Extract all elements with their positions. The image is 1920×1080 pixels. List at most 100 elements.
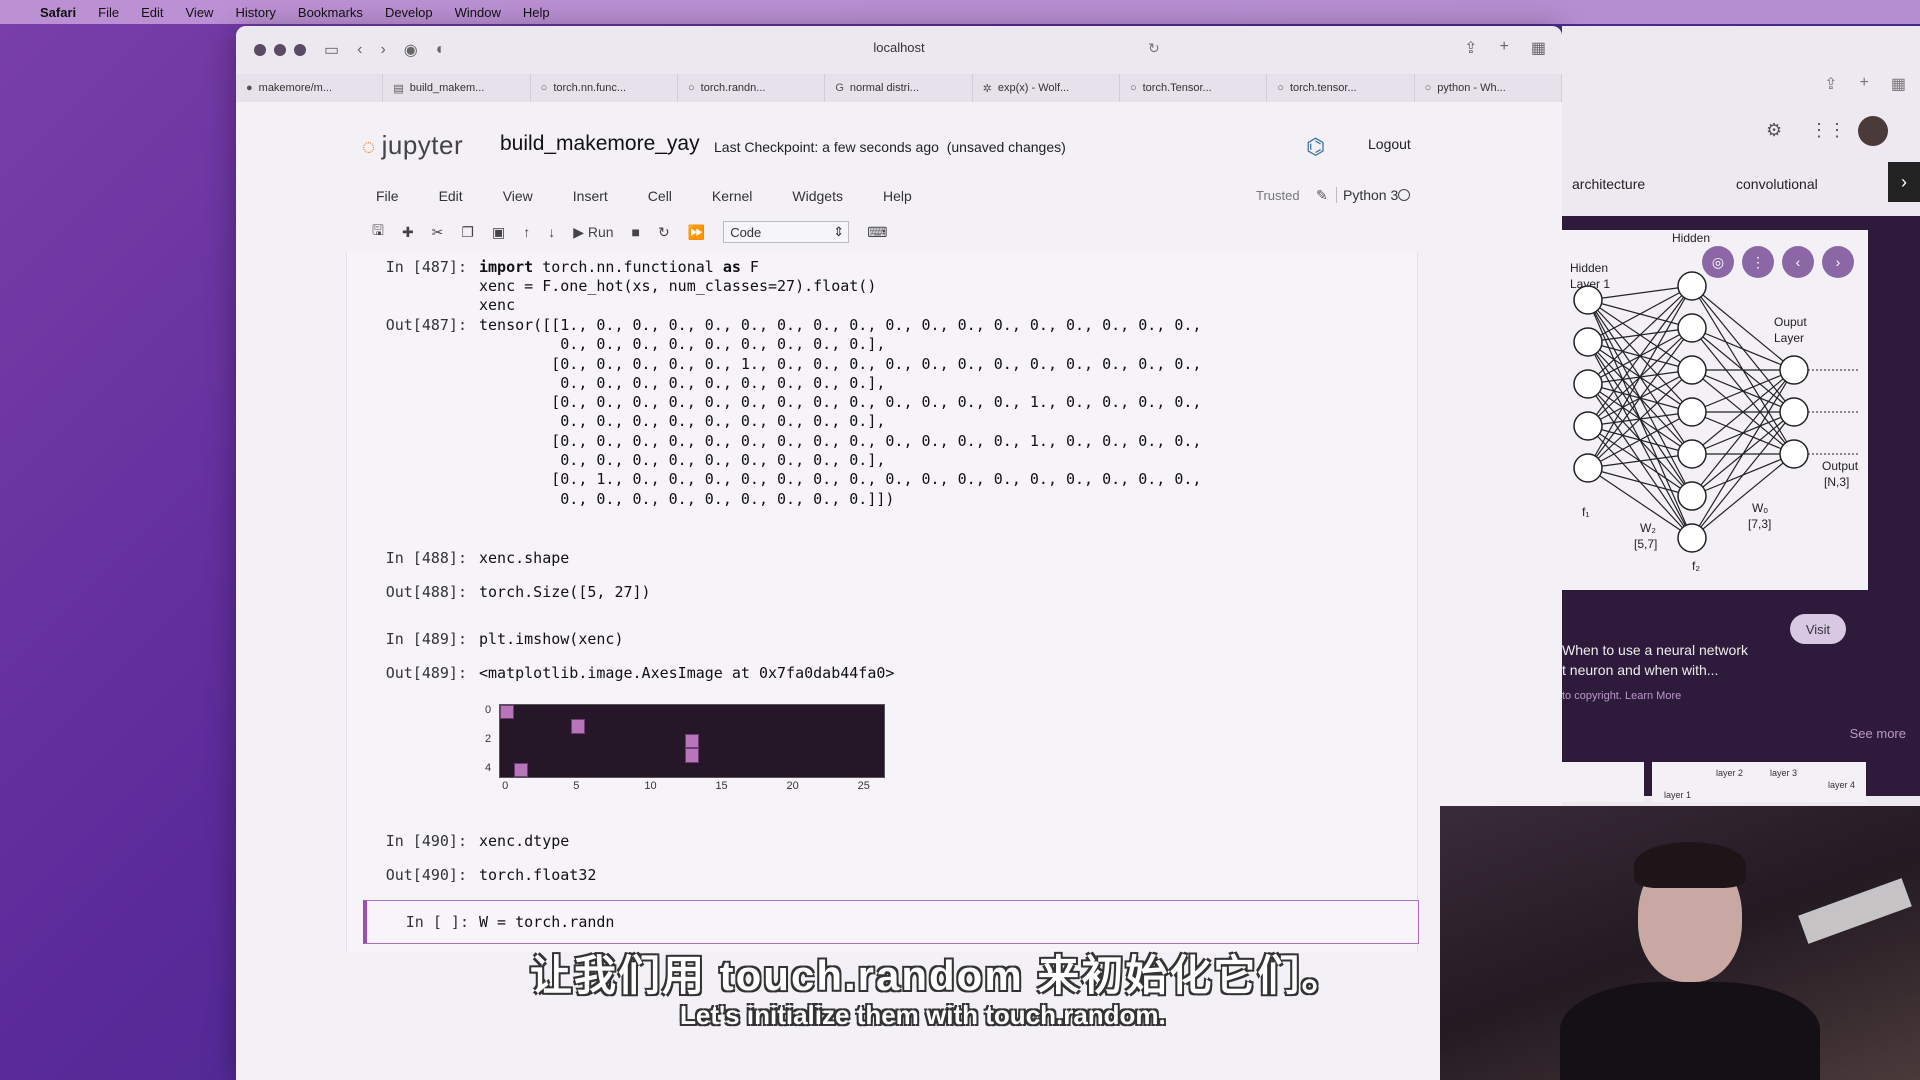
nn-node	[1677, 481, 1707, 511]
jmenu-file[interactable]: File	[376, 188, 399, 204]
tab-torch-nn-func[interactable]: ○ torch.nn.func...	[531, 74, 678, 102]
jmenu-view[interactable]: View	[503, 188, 533, 204]
menu-help[interactable]: Help	[523, 5, 550, 20]
pencil-icon[interactable]: ✎	[1316, 187, 1328, 204]
run-button[interactable]: ▶ Run	[573, 224, 613, 241]
back-icon[interactable]: ‹	[357, 41, 362, 59]
shield-icon[interactable]: ◐	[436, 41, 446, 59]
cut-icon[interactable]: ✂	[432, 224, 444, 241]
stop-icon[interactable]: ■	[632, 224, 640, 240]
sidebar-icon[interactable]: ▭	[324, 40, 339, 60]
visit-button[interactable]: Visit	[1790, 614, 1846, 644]
cell-code-editor[interactable]: W = torch.randn	[479, 913, 614, 932]
settings-icon[interactable]: ⚙	[1766, 120, 1782, 141]
zoom-window-button[interactable]	[294, 44, 306, 56]
image-result-card: Hidden Layer 1 Hidden Ouput Layer Output…	[1562, 216, 1920, 802]
tab-python[interactable]: ○ python - Wh...	[1415, 74, 1562, 102]
active-code-cell[interactable]: In [ ]: W = torch.randn	[363, 900, 1419, 944]
cell-code[interactable]: import torch.nn.functional as F xenc = F…	[479, 258, 876, 315]
avatar[interactable]	[1858, 116, 1888, 146]
tab-torch-Tensor[interactable]: ○ torch.Tensor...	[1120, 74, 1268, 102]
more-icon[interactable]: ⋮	[1742, 246, 1774, 278]
pytorch-icon: ○	[1129, 82, 1137, 94]
y-tick-label: 0	[485, 704, 492, 717]
jupyter-toolbar: 🖫 ✚ ✂ ❐ ▣ ↑ ↓ ▶ Run ■ ↻ ⏩ Code ⇕ ⌨	[236, 214, 1562, 250]
menu-file[interactable]: File	[98, 5, 119, 20]
jmenu-kernel[interactable]: Kernel	[712, 188, 752, 204]
pytorch-icon: ○	[1277, 82, 1284, 94]
menu-edit[interactable]: Edit	[141, 5, 163, 20]
tab-overview-icon[interactable]: ▦	[1531, 38, 1546, 58]
side-browser-window: ⇪ + ▦ ⚙ ⋮⋮ architecture convolutional › …	[1562, 26, 1920, 806]
menu-view[interactable]: View	[186, 5, 214, 20]
menu-history[interactable]: History	[235, 5, 275, 20]
cell-code[interactable]: xenc.shape	[479, 549, 569, 568]
menu-develop[interactable]: Develop	[385, 5, 433, 20]
restart-icon[interactable]: ↻	[658, 224, 670, 241]
chevron-right-icon[interactable]: ›	[1888, 162, 1920, 202]
jmenu-help[interactable]: Help	[883, 188, 912, 204]
reload-icon[interactable]: ↻	[1148, 40, 1160, 57]
chip-architecture[interactable]: architecture	[1572, 176, 1645, 192]
share-icon[interactable]: ⇪	[1464, 38, 1477, 58]
imshow-hot-cell	[500, 705, 515, 720]
new-tab-icon[interactable]: +	[1860, 74, 1869, 94]
label-f1: f₁	[1582, 505, 1589, 519]
tab-wolfram[interactable]: ✲ exp(x) - Wolf...	[973, 74, 1120, 102]
keyboard-icon[interactable]: ⌨	[867, 224, 887, 241]
share-icon[interactable]: ⇪	[1824, 74, 1837, 94]
jmenu-widgets[interactable]: Widgets	[792, 188, 843, 204]
cell-code[interactable]: xenc.dtype	[479, 832, 569, 851]
chip-convolutional[interactable]: convolutional	[1736, 176, 1818, 192]
nn-edge	[1587, 327, 1693, 469]
privacy-icon[interactable]: ◉	[404, 40, 418, 60]
copy-icon[interactable]: ❐	[461, 224, 474, 241]
checkpoint-status: Last Checkpoint: a few seconds ago (unsa…	[714, 139, 1066, 155]
title-bar: ▭ ‹ › ◉ ◐ localhost ↻ ⇪ + ▦	[236, 26, 1562, 74]
cell-type-select[interactable]: Code ⇕	[723, 221, 850, 243]
fast-forward-icon[interactable]: ⏩	[688, 224, 705, 241]
address-bar[interactable]: localhost	[873, 40, 924, 55]
tab-build-makemore[interactable]: ▤ build_makem...	[383, 74, 531, 102]
cell-output-prompt: Out[489]:	[385, 664, 467, 682]
neural-network-diagram[interactable]: Hidden Layer 1 Hidden Ouput Layer Output…	[1562, 230, 1868, 590]
menu-window[interactable]: Window	[455, 5, 501, 20]
menu-bookmarks[interactable]: Bookmarks	[298, 5, 363, 20]
tab-bar: ● makemore/m... ▤ build_makem... ○ torch.nn…	[236, 74, 1562, 103]
tab-overview-icon[interactable]: ▦	[1891, 74, 1906, 94]
apps-grid-icon[interactable]: ⋮⋮	[1810, 120, 1846, 141]
x-tick-label: 20	[786, 780, 799, 792]
copyright-note[interactable]: to copyright. Learn More	[1562, 690, 1681, 702]
tab-normal-distribution[interactable]: Gnormal distri...	[825, 74, 973, 102]
new-tab-icon[interactable]: +	[1500, 38, 1509, 58]
minimize-window-button[interactable]	[274, 44, 286, 56]
tab-torch-tensor[interactable]: ○ torch.tensor...	[1267, 74, 1415, 102]
kernel-name[interactable]: Python 3	[1336, 187, 1398, 203]
close-window-button[interactable]	[254, 44, 266, 56]
next-icon[interactable]: ›	[1822, 246, 1854, 278]
logout-button[interactable]: Logout	[1356, 132, 1423, 156]
notebook-name[interactable]: build_makemore_yay	[500, 132, 700, 156]
thumbnail[interactable]: layer 1 layer 2 layer 3 layer 4	[1652, 762, 1866, 802]
thumbnail[interactable]	[1562, 762, 1644, 802]
save-icon[interactable]: 🖫	[372, 220, 384, 244]
tab-makemore[interactable]: ● makemore/m...	[236, 74, 384, 102]
cell-code[interactable]: plt.imshow(xenc)	[479, 630, 624, 649]
jupyter-logo[interactable]: ◌ jupyter	[362, 130, 463, 161]
forward-icon[interactable]: ›	[380, 41, 385, 59]
move-down-icon[interactable]: ↓	[548, 224, 555, 240]
jmenu-edit[interactable]: Edit	[439, 188, 463, 204]
imshow-hot-cell	[684, 748, 700, 763]
jmenu-insert[interactable]: Insert	[573, 188, 608, 204]
tab-torch-randn[interactable]: ○ torch.randn...	[678, 74, 826, 102]
add-cell-icon[interactable]: ✚	[402, 224, 414, 241]
menu-safari[interactable]: Safari	[40, 5, 76, 20]
lens-icon[interactable]: ◎	[1702, 246, 1734, 278]
jmenu-cell[interactable]: Cell	[648, 188, 672, 204]
move-up-icon[interactable]: ↑	[523, 224, 530, 240]
result-caption[interactable]: When to use a neural network t neuron an…	[1562, 640, 1748, 680]
prev-icon[interactable]: ‹	[1782, 246, 1814, 278]
see-more-link[interactable]: See more	[1850, 726, 1906, 741]
trusted-indicator[interactable]: Trusted	[1256, 188, 1300, 203]
paste-icon[interactable]: ▣	[492, 224, 505, 241]
